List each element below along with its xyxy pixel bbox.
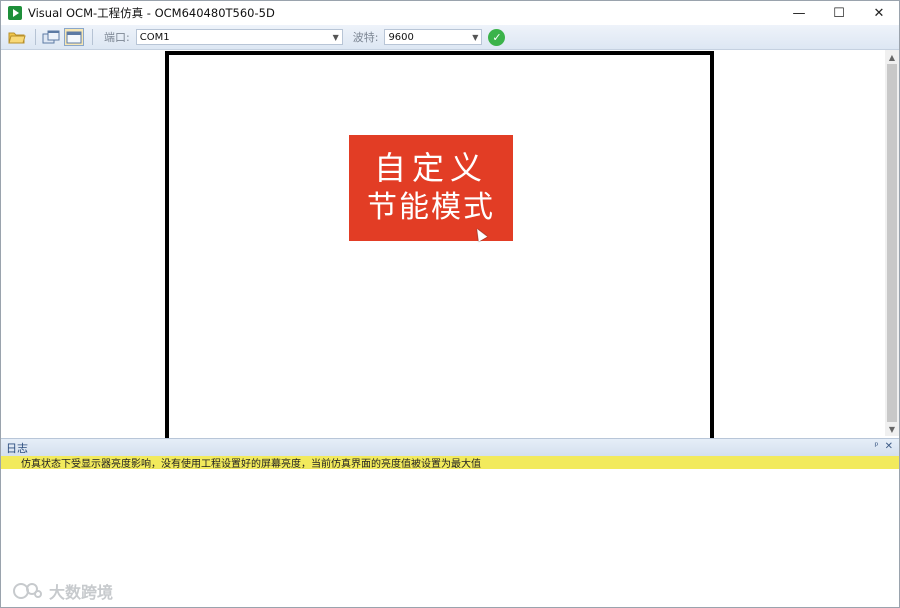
window-title: Visual OCM-工程仿真 - OCM640480T560-5D [28,6,275,20]
scroll-up-icon[interactable]: ▲ [885,50,899,64]
open-folder-icon[interactable] [7,28,27,46]
pin-icon[interactable]: ᵖ [874,441,878,452]
simulated-screen: 自定义 节能模式 [165,51,714,443]
close-button[interactable]: ✕ [859,1,899,25]
checkmark-icon[interactable]: ✓ [488,28,506,46]
app-logo-icon [8,6,22,20]
watermark: 大数跨境 [11,579,113,603]
close-icon[interactable]: ✕ [885,441,893,452]
window-controls: — ☐ ✕ [779,1,899,25]
simulation-area: 自定义 节能模式 [1,50,885,443]
port-select[interactable]: COM1 ▼ [135,29,343,45]
minimize-button[interactable]: — [779,1,819,25]
log-panel-controls: ᵖ ✕ [874,441,893,452]
button-line-2: 节能模式 [367,190,495,225]
log-message: 仿真状态下受显示器亮度影响，没有使用工程设置好的屏幕亮度，当前仿真界面的亮度值被… [1,456,899,470]
toolbar-separator [92,29,93,45]
baud-select[interactable]: 9600 ▼ [384,29,483,45]
vertical-scrollbar[interactable]: ▲ ▼ [885,50,899,436]
log-panel-header: 日志 ᵖ ✕ [1,438,899,456]
port-value: COM1 [139,31,170,43]
log-panel-body [1,469,899,607]
chevron-down-icon: ▼ [332,33,339,42]
button-line-1: 自定义 [373,149,488,187]
watermark-text: 大数跨境 [49,583,114,602]
scroll-down-icon[interactable]: ▼ [885,422,899,436]
window-view-icon[interactable] [64,28,84,46]
log-panel-title: 日志 [6,441,28,455]
toolbar-separator [35,29,36,45]
app-window: Visual OCM-工程仿真 - OCM640480T560-5D — ☐ ✕… [0,0,900,608]
maximize-button[interactable]: ☐ [819,1,859,25]
custom-energy-saving-button[interactable]: 自定义 节能模式 [349,135,513,241]
chevron-down-icon: ▼ [472,33,479,42]
watermark-logo-icon [13,583,42,599]
port-label: 端口: [104,31,130,44]
scroll-thumb[interactable] [887,64,897,422]
toolbar: 端口: COM1 ▼ 波特: 9600 ▼ ✓ [1,25,899,50]
title-bar: Visual OCM-工程仿真 - OCM640480T560-5D — ☐ ✕ [1,1,899,25]
baud-value: 9600 [388,31,414,43]
baud-label: 波特: [352,31,379,44]
windows-icon[interactable] [41,28,61,46]
